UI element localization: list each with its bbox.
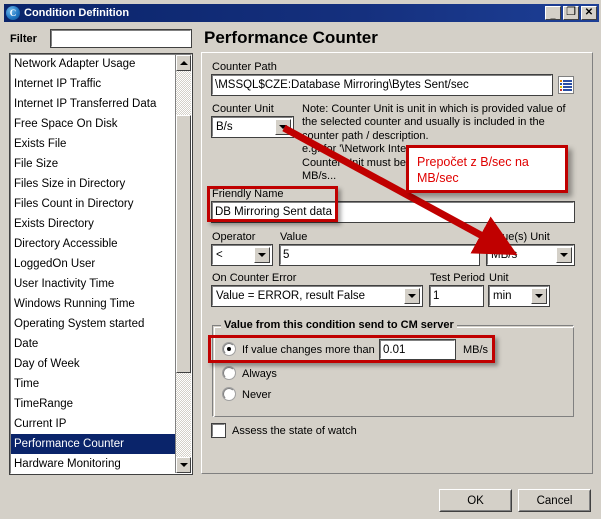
counter-unit-value: B/s xyxy=(216,121,233,133)
minimize-button[interactable]: _ xyxy=(545,6,561,20)
maximize-icon: ❐ xyxy=(566,6,576,18)
scroll-down-button[interactable] xyxy=(176,457,191,473)
window-titlebar: C Condition Definition _ ❐ ✕ xyxy=(4,4,599,22)
radio-if-value-changes[interactable] xyxy=(222,342,236,356)
counter-path-input[interactable]: \MSSQL$CZE:Database Mirroring\Bytes Sent… xyxy=(211,74,553,96)
values-unit-value: MB/s xyxy=(491,249,518,261)
ok-button-label: OK xyxy=(467,494,484,507)
note-line-1: Note: Counter Unit is unit in which is p… xyxy=(302,103,566,115)
scrollbar-thumb[interactable] xyxy=(176,115,191,373)
operator-dropdown-arrow[interactable] xyxy=(254,247,270,263)
condition-type-list[interactable]: CPU UsageDisk ActivityDisk Queue LengthN… xyxy=(9,53,193,475)
chevron-down-icon xyxy=(179,463,188,467)
list-item[interactable]: Performance Counter xyxy=(11,434,176,454)
unit-select[interactable]: min xyxy=(488,285,550,307)
note-line-3: counter path / description. xyxy=(302,129,429,142)
scroll-up-button[interactable] xyxy=(176,55,191,71)
list-item[interactable]: Files Count in Directory xyxy=(11,194,176,214)
test-period-input[interactable]: 1 xyxy=(429,285,484,307)
cancel-button[interactable]: Cancel xyxy=(518,489,591,512)
list-item[interactable]: Time xyxy=(11,374,176,394)
list-item[interactable]: Internet IP Transferred Data xyxy=(11,94,176,114)
list-item[interactable]: Directory Accessible xyxy=(11,234,176,254)
list-item[interactable]: Day of Week xyxy=(11,354,176,374)
list-item[interactable]: Operating System started xyxy=(11,314,176,334)
unit-label: Unit xyxy=(489,272,509,284)
counter-path-label: Counter Path xyxy=(212,61,277,73)
values-unit-label: Value(s) Unit xyxy=(487,231,550,243)
performance-counter-panel: Counter Path \MSSQL$CZE:Database Mirrori… xyxy=(201,52,593,474)
list-item[interactable]: TimeRange xyxy=(11,394,176,414)
list-item[interactable]: File Size xyxy=(11,154,176,174)
condition-icon: C xyxy=(6,6,20,20)
window-controls: _ ❐ ✕ xyxy=(545,6,597,20)
counter-unit-dropdown-arrow[interactable] xyxy=(275,119,291,135)
callout-line-1: Prepočet z B/sec na xyxy=(417,155,529,169)
list-item[interactable]: Windows Running Time xyxy=(11,294,176,314)
unit-value: min xyxy=(493,290,512,302)
maximize-button[interactable]: ❐ xyxy=(563,6,579,20)
counter-list-icon[interactable] xyxy=(558,76,574,94)
ok-button[interactable]: OK xyxy=(439,489,512,512)
list-item[interactable]: LoggedOn User xyxy=(11,254,176,274)
list-item[interactable]: Date xyxy=(11,334,176,354)
list-item[interactable]: Hardware Monitoring xyxy=(11,454,176,473)
value-input[interactable]: 5 xyxy=(279,244,480,266)
list-item[interactable]: Free Space On Disk xyxy=(11,114,176,134)
assess-state-label: Assess the state of watch xyxy=(232,425,357,437)
filter-label: Filter xyxy=(10,33,37,45)
value-label: Value xyxy=(280,231,308,243)
radio-never[interactable] xyxy=(222,387,236,401)
counter-unit-select[interactable]: B/s xyxy=(211,116,294,138)
operator-label: Operator xyxy=(212,231,256,243)
list-item[interactable]: Network Adapter Usage xyxy=(11,55,176,74)
operator-select[interactable]: < xyxy=(211,244,273,266)
test-period-label: Test Period xyxy=(430,272,486,284)
radio-always[interactable] xyxy=(222,366,236,380)
friendly-name-input[interactable]: DB Mirroring Sent data xyxy=(211,201,575,223)
radio-if-value-changes-label: If value changes more than xyxy=(242,344,375,356)
list-item[interactable]: Files Size in Directory xyxy=(11,174,176,194)
values-unit-dropdown-arrow[interactable] xyxy=(556,247,572,263)
close-button[interactable]: ✕ xyxy=(581,6,597,20)
filter-input[interactable] xyxy=(50,29,192,48)
change-threshold-unit: MB/s xyxy=(463,344,489,356)
list-item[interactable]: Internet IP Traffic xyxy=(11,74,176,94)
values-unit-select[interactable]: MB/s xyxy=(486,244,575,266)
window-title: Condition Definition xyxy=(24,7,130,19)
change-threshold-input[interactable]: 0.01 xyxy=(379,339,456,360)
friendly-name-label: Friendly Name xyxy=(212,188,284,200)
operator-value: < xyxy=(216,249,223,261)
list-item[interactable]: User Inactivity Time xyxy=(11,274,176,294)
list-item[interactable]: Exists Directory xyxy=(11,214,176,234)
close-icon: ✕ xyxy=(584,7,594,18)
unit-dropdown-arrow[interactable] xyxy=(531,288,547,304)
callout-line-2: MB/sec xyxy=(417,171,459,185)
radio-always-label: Always xyxy=(242,368,277,380)
on-counter-error-dropdown-arrow[interactable] xyxy=(404,288,420,304)
condition-definition-window: C Condition Definition _ ❐ ✕ Filter CPU … xyxy=(0,0,601,517)
minimize-icon: _ xyxy=(550,10,556,20)
counter-unit-label: Counter Unit xyxy=(212,103,274,115)
chevron-up-icon xyxy=(179,61,188,65)
cancel-button-label: Cancel xyxy=(536,494,573,507)
annotation-callout: Prepočet z B/sec na MB/sec xyxy=(406,145,568,193)
note-line-2: the selected counter and usually is incl… xyxy=(302,116,545,129)
condition-type-list-items: CPU UsageDisk ActivityDisk Queue LengthN… xyxy=(11,55,176,473)
page-title: Performance Counter xyxy=(204,28,378,47)
cm-server-groupbox: Value from this condition send to CM ser… xyxy=(212,319,574,417)
scrollbar-track[interactable] xyxy=(176,71,191,457)
list-item[interactable]: Current IP xyxy=(11,414,176,434)
cm-server-group-title: Value from this condition send to CM ser… xyxy=(221,319,457,331)
on-counter-error-select[interactable]: Value = ERROR, result False xyxy=(211,285,423,307)
assess-state-checkbox[interactable] xyxy=(211,423,226,438)
on-counter-error-label: On Counter Error xyxy=(212,272,297,284)
list-item[interactable]: Exists File xyxy=(11,134,176,154)
radio-never-label: Never xyxy=(242,389,272,401)
list-scrollbar[interactable] xyxy=(175,55,191,473)
on-counter-error-value: Value = ERROR, result False xyxy=(216,290,366,302)
